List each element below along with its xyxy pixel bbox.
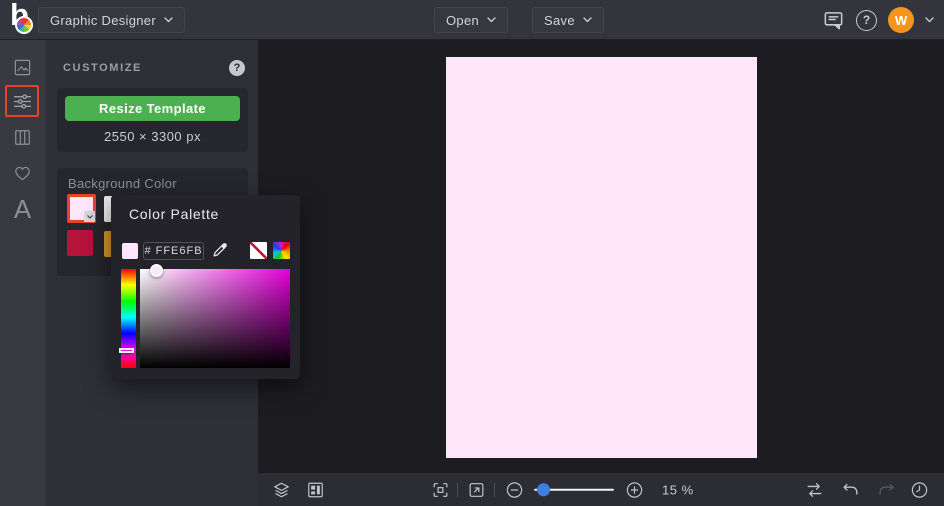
zoom-slider[interactable] <box>534 488 614 491</box>
current-color-preview <box>122 243 138 259</box>
history-icon[interactable] <box>910 480 929 499</box>
avatar[interactable]: W <box>888 7 914 33</box>
rainbow-picker-icon[interactable] <box>273 242 290 259</box>
feedback-icon[interactable] <box>822 9 845 32</box>
panel-help-glyph: ? <box>234 62 241 74</box>
swatch-crimson[interactable] <box>67 230 93 256</box>
redo-icon[interactable] <box>877 480 896 499</box>
sidebar-item-customize[interactable] <box>5 85 39 117</box>
file-actions: Open Save <box>434 7 604 33</box>
app-menu-button[interactable]: Graphic Designer <box>38 7 185 33</box>
help-icon[interactable]: ? <box>856 10 877 31</box>
sidebar-item-text[interactable]: A <box>0 196 45 222</box>
reset-loop-icon[interactable] <box>805 480 824 499</box>
canvas-area[interactable] <box>258 40 944 506</box>
save-button[interactable]: Save <box>532 7 604 33</box>
sidebar-item-photos[interactable] <box>0 58 45 77</box>
chevron-down-icon <box>87 215 93 219</box>
resize-template-button[interactable]: Resize Template <box>65 96 240 121</box>
swatch-pink-selected[interactable] <box>67 194 96 223</box>
zoom-level: 15 % <box>662 482 694 497</box>
open-label: Open <box>446 13 479 28</box>
open-button[interactable]: Open <box>434 7 508 33</box>
top-right-controls: ? W <box>822 0 934 40</box>
fit-to-screen-icon[interactable] <box>431 480 450 499</box>
hue-slider[interactable] <box>121 269 136 368</box>
image-icon <box>13 58 32 77</box>
help-glyph: ? <box>863 13 870 27</box>
panel-header: CUSTOMIZE ? <box>63 60 245 76</box>
swatch-dropdown-badge[interactable] <box>84 211 95 222</box>
tool-sidebar: A <box>0 40 45 506</box>
toolbar-divider <box>494 483 495 497</box>
saturation-field[interactable] <box>140 269 290 368</box>
background-color-label: Background Color <box>68 176 177 191</box>
resize-card: Resize Template 2550 × 3300 px <box>57 88 248 152</box>
save-label: Save <box>544 13 575 28</box>
account-chevron-down-icon[interactable] <box>925 17 934 23</box>
app-menu-label: Graphic Designer <box>50 13 156 28</box>
color-wheel-icon <box>15 16 33 34</box>
zoom-in-button[interactable] <box>625 480 644 499</box>
open-fullview-icon[interactable] <box>467 480 486 499</box>
design-document[interactable] <box>446 57 757 458</box>
zoom-out-button[interactable] <box>505 480 524 499</box>
bottom-toolbar: 15 % <box>258 473 944 506</box>
template-dimensions: 2550 × 3300 px <box>57 129 248 144</box>
layout-manager-icon[interactable] <box>306 480 325 499</box>
sliders-icon <box>12 91 33 112</box>
chevron-down-icon <box>583 17 592 23</box>
avatar-initial: W <box>895 13 907 28</box>
saturation-handle[interactable] <box>150 264 163 277</box>
panel-title: CUSTOMIZE <box>63 62 142 74</box>
eyedropper-icon[interactable] <box>211 240 230 259</box>
hue-slider-handle[interactable] <box>119 348 134 353</box>
columns-icon <box>13 128 32 147</box>
top-bar: b Graphic Designer Open Save ? W <box>0 0 944 40</box>
undo-icon[interactable] <box>841 480 860 499</box>
transparent-color-icon[interactable] <box>250 242 267 259</box>
chevron-down-icon <box>164 17 173 23</box>
hex-color-input[interactable]: # FFE6FB <box>143 242 204 260</box>
layers-icon[interactable] <box>272 480 291 499</box>
zoom-slider-handle[interactable] <box>537 483 550 496</box>
heart-icon <box>13 164 32 182</box>
chevron-down-icon <box>487 17 496 23</box>
toolbar-divider <box>457 483 458 497</box>
sidebar-item-templates[interactable] <box>0 128 45 147</box>
color-palette-popup: Color Palette # FFE6FB <box>111 195 300 379</box>
text-tool-icon: A <box>14 196 31 222</box>
popup-title: Color Palette <box>129 206 219 222</box>
panel-help-icon[interactable]: ? <box>229 60 245 76</box>
sidebar-item-favorites[interactable] <box>0 164 45 182</box>
befunky-logo[interactable]: b <box>9 4 39 36</box>
